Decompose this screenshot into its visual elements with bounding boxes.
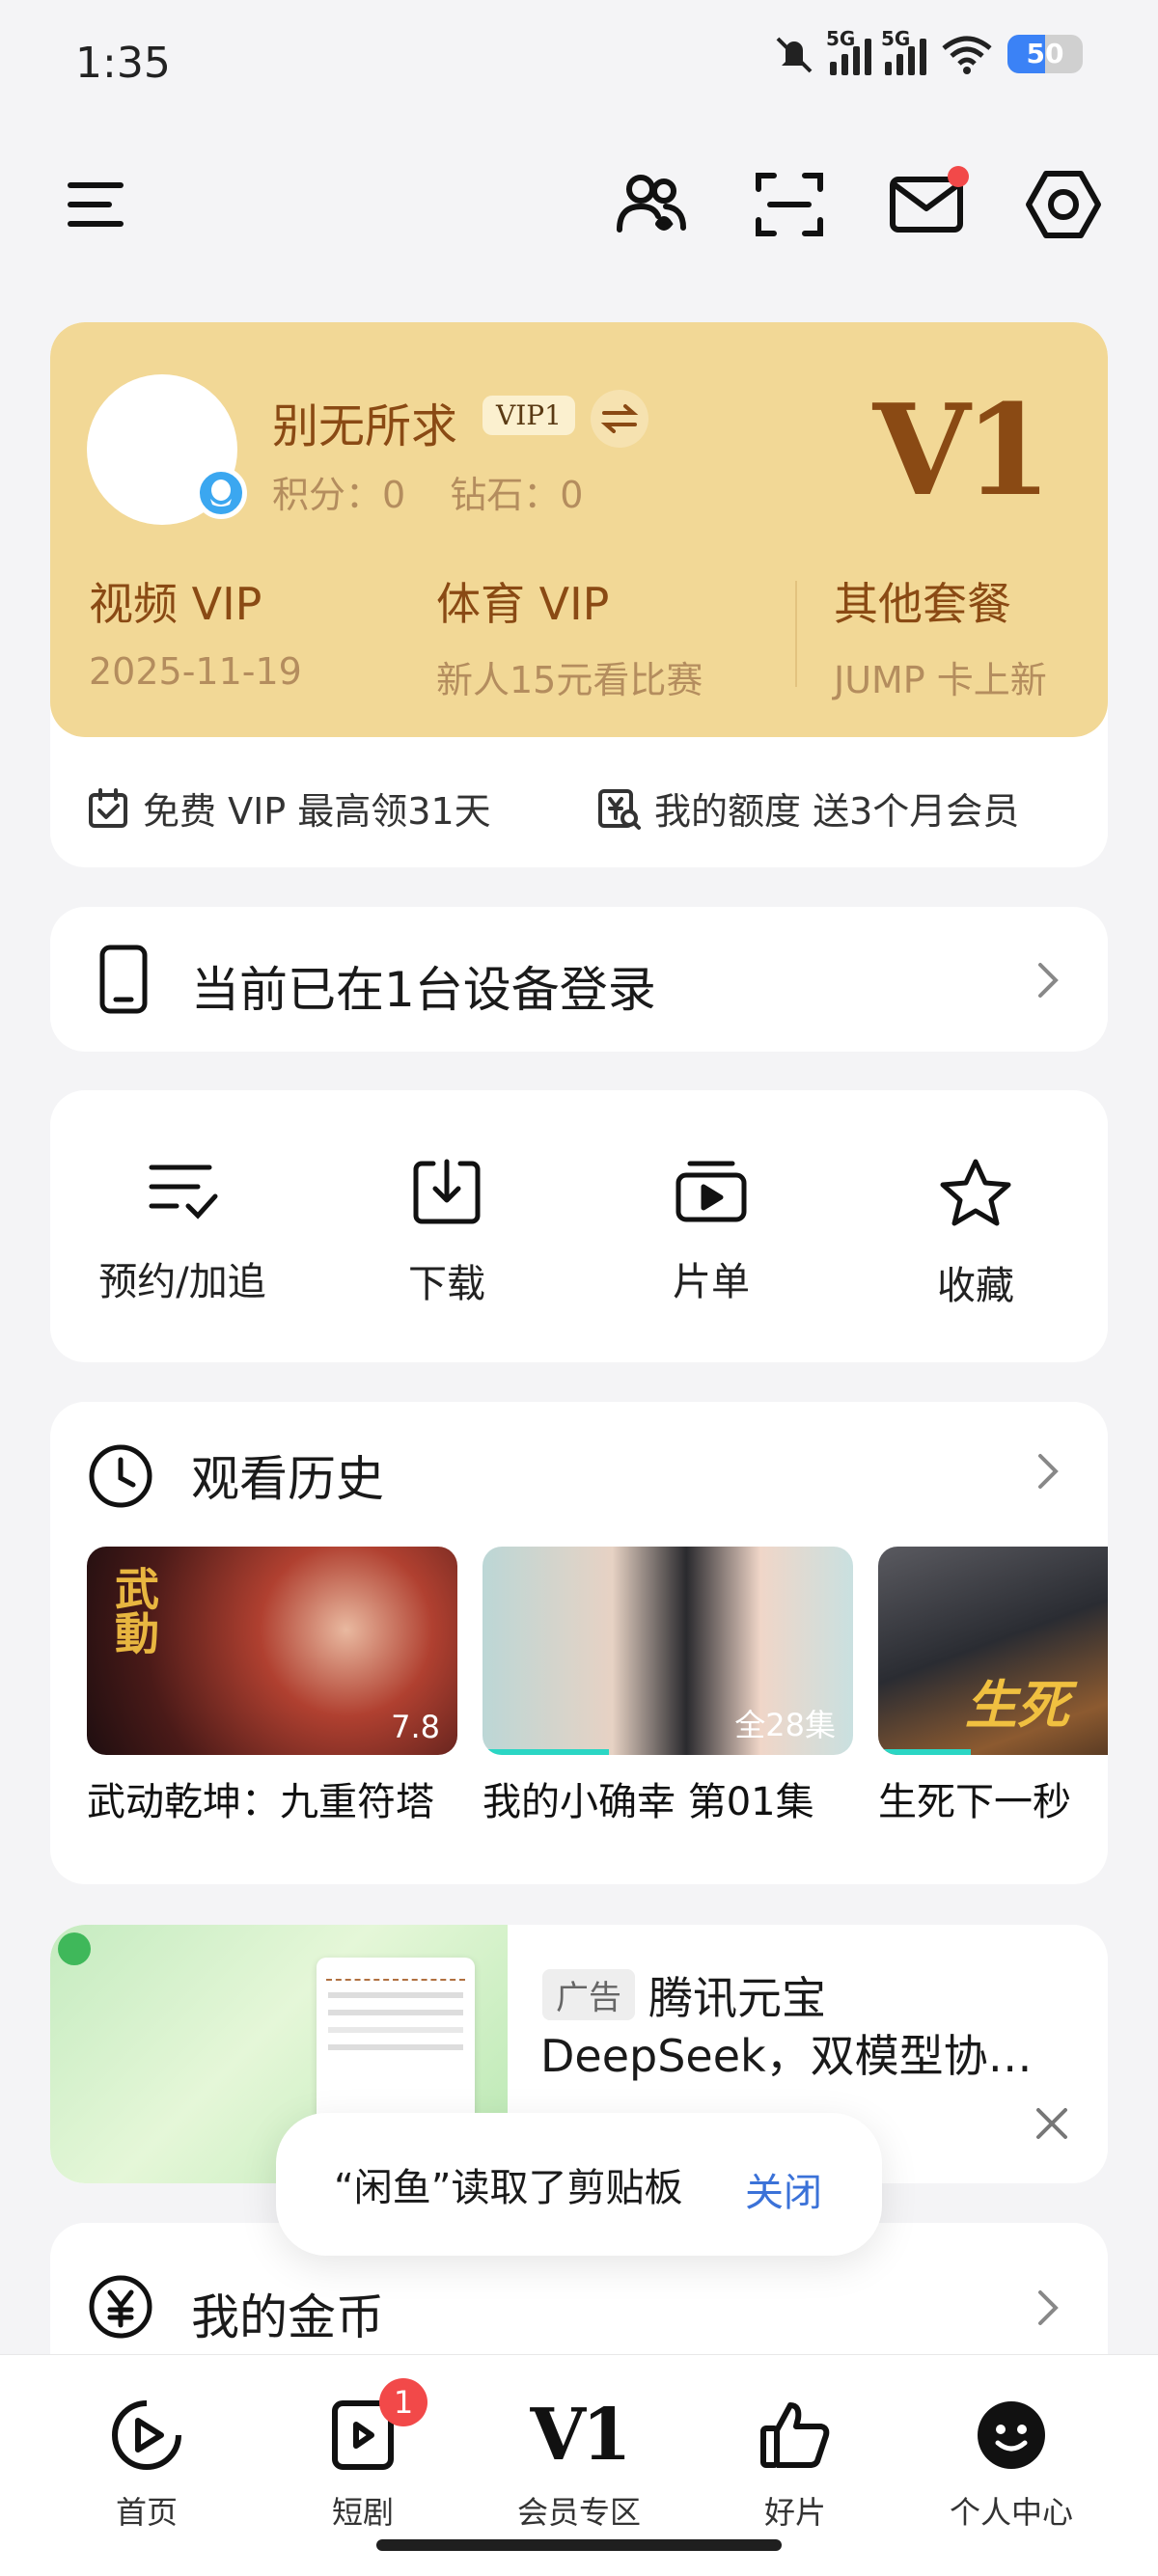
vip-card-header[interactable]: 别无所求 VIP1 积分：0 钻石：0 V1 视频 VIP 2025-11-19 … bbox=[50, 322, 1108, 737]
star-icon bbox=[940, 1159, 1011, 1226]
tab-vip-zone[interactable]: V1 会员专区 bbox=[492, 2392, 666, 2533]
ad-title: 腾讯元宝 bbox=[648, 1972, 826, 2024]
tab-recommended[interactable]: 好片 bbox=[708, 2392, 882, 2533]
calendar-check-icon bbox=[89, 787, 127, 828]
mute-icon bbox=[776, 37, 813, 73]
points-value: 积分：0 bbox=[272, 474, 406, 516]
phone-icon bbox=[99, 945, 148, 1014]
favorites-button[interactable]: 收藏 bbox=[843, 1156, 1108, 1310]
poster-art: 武動 bbox=[108, 1566, 160, 1655]
notification-badge: 1 bbox=[379, 2378, 427, 2426]
toast-message: “闲鱼”读取了剪贴板 bbox=[334, 2166, 683, 2210]
signal-1-icon: 5G bbox=[826, 27, 871, 75]
battery-icon: 50 bbox=[1007, 35, 1083, 73]
clock-icon bbox=[89, 1444, 152, 1508]
chevron-right-icon[interactable] bbox=[1036, 1452, 1060, 1491]
status-time: 1:35 bbox=[75, 39, 171, 88]
play-circle-icon bbox=[112, 2400, 181, 2470]
smiley-face-icon bbox=[978, 2401, 1045, 2469]
tab-home[interactable]: 首页 bbox=[60, 2392, 234, 2533]
ad-label: 广告 bbox=[542, 1969, 635, 2020]
settings-icon[interactable] bbox=[1023, 164, 1104, 245]
friends-icon[interactable] bbox=[610, 164, 691, 245]
clipboard-toast: “闲鱼”读取了剪贴板 关闭 bbox=[276, 2113, 882, 2256]
username: 别无所求 bbox=[272, 399, 458, 453]
menu-icon[interactable] bbox=[54, 164, 135, 245]
checklist-icon bbox=[149, 1165, 218, 1219]
vip-level-pill: VIP1 bbox=[482, 396, 575, 435]
yen-coin-icon bbox=[89, 2275, 152, 2339]
my-quota-promo[interactable]: 我的额度 送3个月会员 bbox=[596, 781, 1019, 835]
thumbs-up-icon bbox=[760, 2402, 830, 2468]
sports-vip-entry[interactable]: 体育 VIP 新人15元看比赛 bbox=[436, 569, 703, 703]
wifi-icon bbox=[942, 36, 992, 74]
device-login-card[interactable]: 当前已在1台设备登录 bbox=[50, 907, 1108, 1052]
home-indicator[interactable] bbox=[376, 2539, 782, 2551]
tab-profile[interactable]: 个人中心 bbox=[924, 2392, 1098, 2533]
playlist-button[interactable]: 片单 bbox=[579, 1156, 843, 1310]
chevron-right-icon bbox=[1038, 2290, 1059, 2325]
vip-card: 别无所求 VIP1 积分：0 钻石：0 V1 视频 VIP 2025-11-19 … bbox=[50, 322, 1108, 867]
mail-icon[interactable] bbox=[886, 164, 969, 245]
watch-history-card: 观看历史 武動 7.8 武动乾坤：九重符塔 全28集 我的小确幸 第01集 生死… bbox=[50, 1402, 1108, 1884]
chevron-right-icon bbox=[1038, 963, 1059, 998]
history-thumbnail: 全28集 bbox=[482, 1547, 853, 1755]
tab-short-drama[interactable]: 1 短剧 bbox=[276, 2378, 450, 2533]
watch-progress bbox=[878, 1749, 971, 1755]
my-coins-title: 我的金币 bbox=[191, 2289, 384, 2345]
playlist-icon bbox=[676, 1161, 747, 1222]
signal-2-icon: 5G bbox=[881, 27, 926, 75]
scan-icon[interactable] bbox=[749, 164, 830, 245]
download-icon bbox=[413, 1159, 481, 1224]
app-logo-icon bbox=[58, 1932, 91, 1965]
divider bbox=[795, 581, 797, 687]
download-button[interactable]: 下载 bbox=[315, 1156, 579, 1310]
history-thumbnail: 生死 bbox=[878, 1547, 1108, 1755]
poster-art: 生死 bbox=[965, 1675, 1069, 1736]
history-thumbnail: 武動 7.8 bbox=[87, 1547, 457, 1755]
history-item[interactable]: 全28集 我的小确幸 第01集 bbox=[482, 1547, 853, 1826]
toast-close-button[interactable]: 关闭 bbox=[745, 2161, 822, 2217]
device-login-text: 当前已在1台设备登录 bbox=[191, 962, 656, 1018]
unread-dot bbox=[948, 166, 969, 187]
vip-v1-icon: V1 bbox=[530, 2394, 632, 2477]
quick-actions-card: 预约/加追 下载 片单 收藏 bbox=[50, 1090, 1108, 1362]
other-packages-entry[interactable]: 其他套餐 JUMP 卡上新 bbox=[834, 569, 1047, 703]
qq-login-icon bbox=[195, 467, 247, 519]
ad-description: DeepSeek，双模型协… bbox=[540, 2030, 1033, 2082]
vip-level-badge[interactable]: V1 bbox=[873, 376, 1052, 524]
switch-account-icon[interactable] bbox=[591, 390, 648, 448]
video-vip-entry[interactable]: 视频 VIP 2025-11-19 bbox=[89, 569, 302, 693]
status-icons: 5G 5G 50 bbox=[772, 27, 1083, 75]
watch-history-title[interactable]: 观看历史 bbox=[191, 1440, 384, 1510]
history-item[interactable]: 生死 生死下一秒 bbox=[878, 1547, 1108, 1826]
close-icon[interactable] bbox=[1034, 2106, 1069, 2141]
watch-progress bbox=[482, 1749, 609, 1755]
quota-search-icon bbox=[598, 788, 641, 830]
reserve-follow-button[interactable]: 预约/加追 bbox=[50, 1156, 315, 1310]
history-item[interactable]: 武動 7.8 武动乾坤：九重符塔 bbox=[87, 1547, 457, 1826]
points-row: 积分：0 钻石：0 bbox=[272, 465, 627, 518]
free-vip-promo[interactable]: 免费 VIP 最高领31天 bbox=[87, 781, 491, 835]
diamonds-value: 钻石：0 bbox=[450, 474, 584, 516]
